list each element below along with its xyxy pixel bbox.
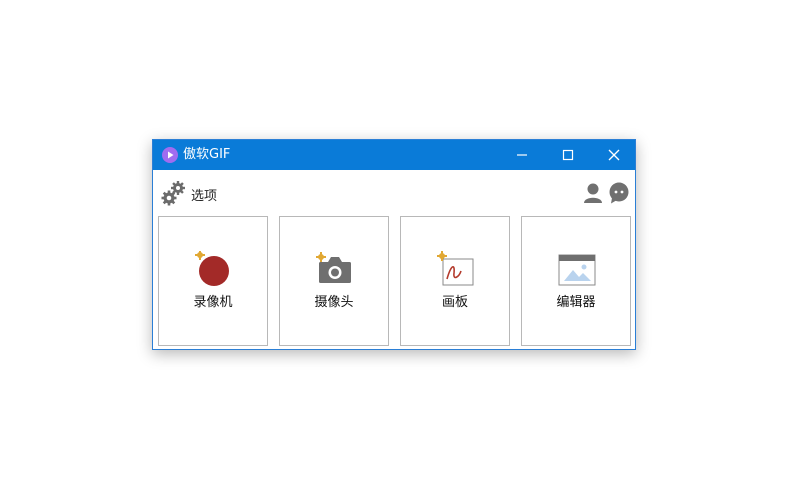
minimize-button[interactable] [499, 140, 545, 170]
close-icon [608, 149, 620, 161]
recorder-tile[interactable]: 录像机 [158, 216, 268, 346]
canvas-label: 画板 [441, 295, 468, 310]
window-title: 傲软GIF [183, 147, 231, 162]
maximize-button[interactable] [545, 140, 591, 170]
camera-icon [316, 252, 351, 283]
maximize-icon [562, 149, 574, 161]
canvas-icon [437, 251, 474, 286]
options-label[interactable]: 选项 [191, 185, 217, 204]
app-logo-icon [162, 147, 178, 163]
record-icon [195, 251, 229, 286]
minimize-icon [517, 154, 527, 156]
app-window: 傲软GIF 选项 录像机 摄像头 画板 编辑器 [152, 139, 636, 350]
editor-icon [558, 254, 596, 286]
camera-label: 摄像头 [314, 295, 354, 310]
user-icon[interactable] [583, 182, 603, 204]
title-bar[interactable]: 傲软GIF [153, 140, 635, 170]
gear-icon[interactable] [161, 180, 187, 206]
camera-tile[interactable]: 摄像头 [279, 216, 389, 346]
editor-label: 编辑器 [556, 295, 596, 310]
chat-icon[interactable] [608, 182, 630, 204]
editor-tile[interactable]: 编辑器 [521, 216, 631, 346]
toolbar: 选项 [153, 170, 635, 214]
close-button[interactable] [591, 140, 637, 170]
canvas-tile[interactable]: 画板 [400, 216, 510, 346]
recorder-label: 录像机 [193, 295, 233, 310]
